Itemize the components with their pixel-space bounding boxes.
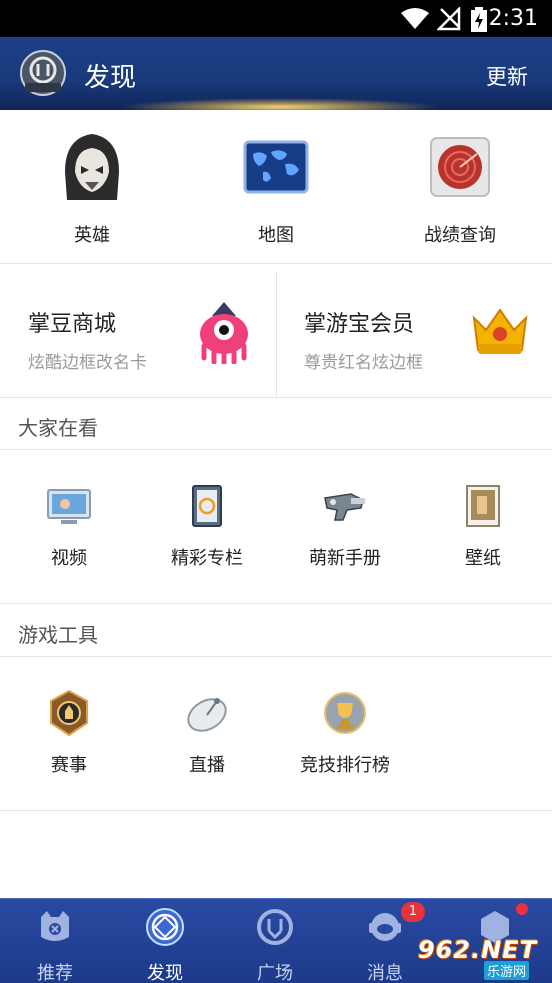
hero-label: 英雄 bbox=[74, 225, 110, 246]
tab-discover-label: 发现 bbox=[147, 963, 183, 983]
status-bar: 2:31 bbox=[0, 0, 552, 37]
newbie-guide-entry[interactable]: 萌新手册 bbox=[276, 450, 414, 604]
pink-mascot-icon bbox=[200, 302, 248, 364]
live-label: 直播 bbox=[189, 755, 225, 776]
watermark-text: 962.NET bbox=[418, 936, 538, 964]
stats-query-entry[interactable]: 战绩查询 bbox=[368, 110, 552, 264]
wifi-icon bbox=[401, 8, 429, 29]
tab-recommend-label: 推荐 bbox=[37, 963, 73, 983]
discover-icon bbox=[146, 908, 184, 946]
profile-notification-dot bbox=[516, 903, 528, 915]
recommend-icon bbox=[41, 911, 69, 941]
plaza-icon bbox=[257, 909, 293, 945]
ranking-label: 竞技排行榜 bbox=[300, 755, 390, 776]
tournament-entry[interactable]: 赛事 bbox=[0, 657, 138, 811]
map-entry[interactable]: 地图 bbox=[184, 110, 368, 264]
vip-member-card[interactable]: 掌游宝会员 尊贵红名炫边框 bbox=[276, 264, 552, 398]
tournament-label: 赛事 bbox=[51, 755, 87, 776]
battery-charging-icon bbox=[471, 7, 487, 32]
status-time: 2:31 bbox=[488, 6, 538, 31]
section-title-tools: 游戏工具 bbox=[18, 623, 98, 647]
wallpaper-entry[interactable]: 壁纸 bbox=[414, 450, 552, 604]
bean-mall-title: 掌豆商城 bbox=[28, 312, 117, 337]
message-badge: 1 bbox=[401, 902, 425, 922]
tools-grid: 赛事 直播 竞技排行榜 bbox=[0, 657, 552, 811]
blaster-icon bbox=[324, 493, 365, 521]
column-entry[interactable]: 精彩专栏 bbox=[138, 450, 276, 604]
reaper-hero-icon bbox=[65, 134, 119, 200]
satellite-dish-icon bbox=[187, 698, 227, 732]
radar-icon bbox=[430, 137, 490, 197]
video-monitor-icon bbox=[47, 489, 91, 524]
world-map-icon bbox=[243, 140, 309, 194]
promo-divider bbox=[276, 272, 277, 398]
wallpaper-label: 壁纸 bbox=[465, 548, 501, 569]
watermark-logo: 962.NET 乐游网 bbox=[412, 934, 548, 980]
tab-plaza-label: 广场 bbox=[257, 963, 293, 983]
ranking-trophy-icon bbox=[324, 692, 366, 734]
wallpaper-icon bbox=[466, 485, 500, 527]
update-button[interactable]: 更新 bbox=[486, 61, 528, 91]
tab-plaza[interactable]: 广场 bbox=[220, 899, 330, 983]
stats-query-label: 战绩查询 bbox=[424, 225, 496, 246]
newbie-guide-label: 萌新手册 bbox=[309, 548, 381, 569]
tournament-emblem-icon bbox=[50, 689, 88, 737]
vip-member-subtitle: 尊贵红名炫边框 bbox=[304, 353, 423, 373]
column-label: 精彩专栏 bbox=[171, 548, 243, 569]
header-glow bbox=[120, 98, 440, 110]
watermark-subtext: 乐游网 bbox=[484, 961, 530, 980]
top-feature-row: 英雄 地图 战绩查询 bbox=[0, 110, 552, 264]
video-label: 视频 bbox=[51, 548, 87, 569]
app-header: 发现 更新 bbox=[0, 37, 552, 110]
app-logo bbox=[20, 50, 66, 96]
section-title-trending: 大家在看 bbox=[18, 416, 98, 440]
hero-entry[interactable]: 英雄 bbox=[0, 110, 184, 264]
section-header-tools: 游戏工具 bbox=[0, 605, 552, 657]
message-icon bbox=[369, 913, 401, 941]
live-entry[interactable]: 直播 bbox=[138, 657, 276, 811]
vip-member-title: 掌游宝会员 bbox=[304, 312, 415, 337]
bean-mall-subtitle: 炫酷边框改名卡 bbox=[28, 353, 147, 373]
bean-mall-card[interactable]: 掌豆商城 炫酷边框改名卡 bbox=[0, 264, 276, 398]
tab-recommend[interactable]: 推荐 bbox=[0, 899, 110, 983]
section-header-trending: 大家在看 bbox=[0, 398, 552, 450]
tab-discover[interactable]: 发现 bbox=[110, 899, 220, 983]
crown-icon bbox=[472, 308, 528, 354]
no-signal-icon bbox=[437, 7, 461, 31]
map-label: 地图 bbox=[258, 225, 294, 246]
trending-grid: 视频 精彩专栏 萌新手册 壁纸 bbox=[0, 450, 552, 604]
video-entry[interactable]: 视频 bbox=[0, 450, 138, 604]
ranking-entry[interactable]: 竞技排行榜 bbox=[276, 657, 414, 811]
page-title: 发现 bbox=[84, 63, 137, 93]
column-book-icon bbox=[192, 485, 222, 527]
